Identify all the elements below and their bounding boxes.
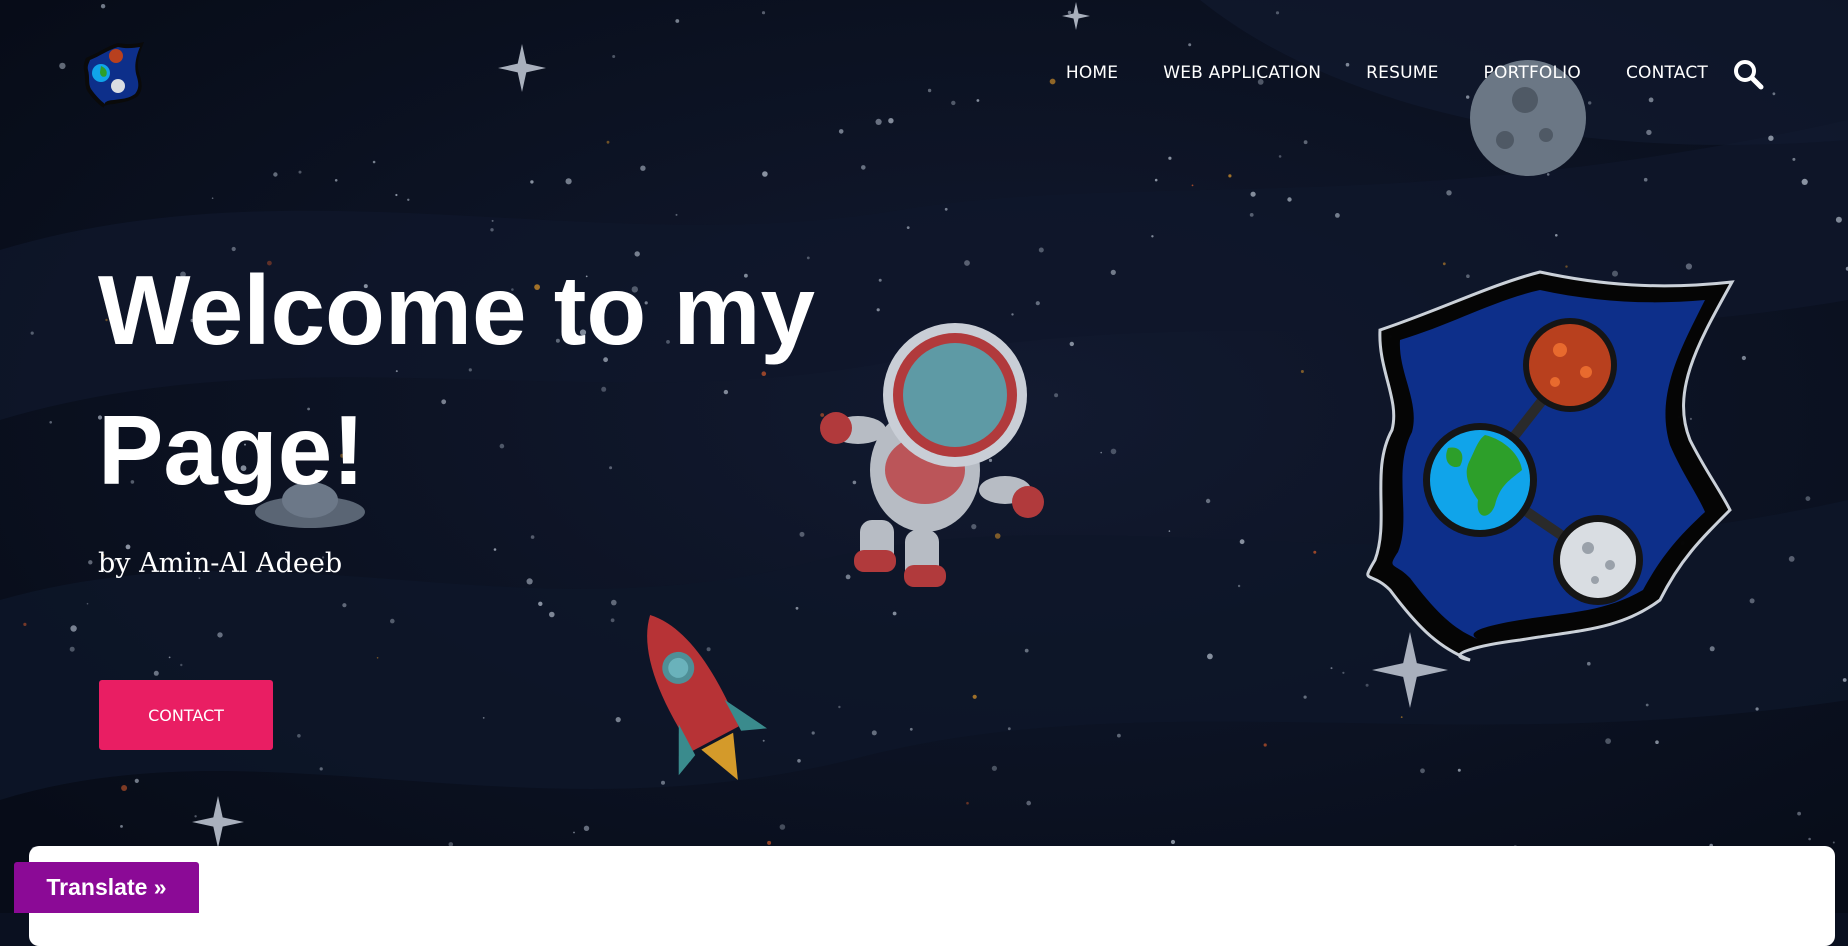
nav-contact[interactable]: CONTACT <box>1626 60 1708 86</box>
translate-button[interactable]: Translate » <box>14 862 199 913</box>
contact-button[interactable]: CONTACT <box>99 680 273 750</box>
nav-portfolio[interactable]: PORTFOLIO <box>1484 60 1581 86</box>
hero-subtitle: by Amin-Al Adeeb <box>98 548 343 579</box>
site-logo[interactable] <box>78 38 146 108</box>
nav-web-application[interactable]: WEB APPLICATION <box>1163 60 1321 86</box>
hero-title: Welcome to my Page! <box>98 255 816 505</box>
nav-home[interactable]: HOME <box>1066 60 1118 86</box>
planet-badge-icon <box>83 42 144 108</box>
nav-resume[interactable]: RESUME <box>1366 60 1438 86</box>
content-card <box>29 846 1835 946</box>
search-button[interactable] <box>1732 58 1764 90</box>
search-icon <box>1734 60 1764 90</box>
main-nav: HOME WEB APPLICATION RESUME PORTFOLIO CO… <box>1021 60 1708 86</box>
